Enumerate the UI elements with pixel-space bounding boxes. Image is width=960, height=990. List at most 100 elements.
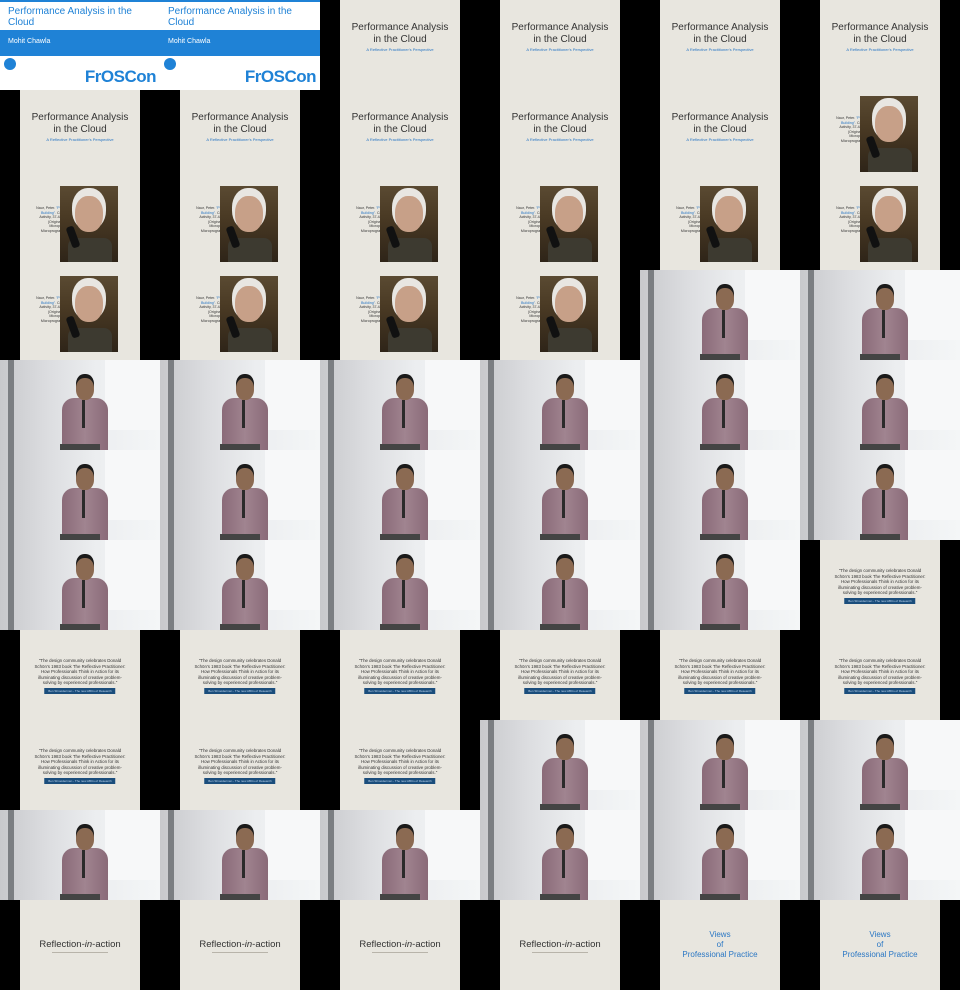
speaker-video-frame xyxy=(480,720,640,810)
quote-credit: Ben Shneiderman - The new ABCs of Resear… xyxy=(44,778,116,784)
speaker-figure xyxy=(222,398,268,450)
reflection-slide-frame: Reflection-in-action xyxy=(500,900,620,990)
quote-slide-frame: "The design community celebrates Donald … xyxy=(340,720,460,810)
quote-text: "The design community celebrates Donald … xyxy=(834,658,926,686)
quote-slide-frame: "The design community celebrates Donald … xyxy=(20,720,140,810)
speaker-figure xyxy=(862,848,908,900)
quote-credit: Ben Shneiderman - The new ABCs of Resear… xyxy=(364,688,436,694)
speaker-figure xyxy=(862,398,908,450)
talk-title: Performance Analysis in the Cloud xyxy=(0,0,160,28)
speaker-figure xyxy=(702,848,748,900)
slide-title: Performance Analysis in the Cloud xyxy=(500,22,620,46)
perf-title-slide-frame: Performance Analysis in the Cloud A Refl… xyxy=(660,0,780,90)
speaker-video-frame xyxy=(640,720,800,810)
slide-title-line2: in the Cloud xyxy=(373,34,427,45)
froscon-logo: FrOSCon xyxy=(84,67,157,86)
naur-photo xyxy=(220,276,278,352)
naur-photo xyxy=(540,186,598,262)
speaker-figure xyxy=(702,398,748,450)
quote-credit: Ben Shneiderman - The new ABCs of Resear… xyxy=(844,598,916,604)
slide-title-line2: in the Cloud xyxy=(693,124,747,135)
thumbnail-grid: Performance Analysis in the Cloud Mohit … xyxy=(0,0,960,990)
speaker-band: Mohit Chawla xyxy=(160,30,320,56)
slide-title: Performance Analysis in the Cloud xyxy=(660,112,780,136)
perf-title-slide-frame: Performance Analysis in the Cloud A Refl… xyxy=(500,90,620,180)
slide-title: Performance Analysis in the Cloud xyxy=(340,112,460,136)
naur-photo xyxy=(860,186,918,262)
speaker-video-frame xyxy=(640,450,800,540)
perf-title-slide-frame: Performance Analysis in the Cloud A Refl… xyxy=(500,0,620,90)
perf-title-slide-frame: Performance Analysis in the Cloud A Refl… xyxy=(340,0,460,90)
quote-text: "The design community celebrates Donald … xyxy=(194,748,286,776)
speaker-figure xyxy=(542,488,588,540)
title-card-frame: Performance Analysis in the Cloud Mohit … xyxy=(160,0,320,90)
froscon-star-icon xyxy=(164,58,176,70)
quote-text: "The design community celebrates Donald … xyxy=(194,658,286,686)
naur-slide-frame: Naur, Peter. "Programming as Theory Buil… xyxy=(20,270,140,360)
speaker-name: Mohit Chawla xyxy=(168,38,211,45)
title-underline xyxy=(212,952,268,953)
naur-slide-frame: Naur, Peter. "Programming as Theory Buil… xyxy=(820,180,940,270)
speaker-video-frame xyxy=(320,450,480,540)
quote-slide-frame: "The design community celebrates Donald … xyxy=(180,630,300,720)
reflection-title: Reflection-in-action xyxy=(39,939,121,950)
quote-slide-frame: "The design community celebrates Donald … xyxy=(820,540,940,630)
speaker-video-frame xyxy=(160,360,320,450)
title-underline xyxy=(532,952,588,953)
reflection-slide-frame: Reflection-in-action xyxy=(180,900,300,990)
naur-slide-frame: Naur, Peter. "Programming as Theory Buil… xyxy=(340,270,460,360)
talk-title: Performance Analysis in the Cloud xyxy=(160,0,320,28)
slide-title-line2: in the Cloud xyxy=(533,124,587,135)
speaker-video-frame xyxy=(480,450,640,540)
quote-slide-frame: "The design community celebrates Donald … xyxy=(20,630,140,720)
slide-title: Performance Analysis in the Cloud xyxy=(180,112,300,136)
slide-title-line2: in the Cloud xyxy=(853,34,907,45)
speaker-figure xyxy=(542,578,588,630)
quote-slide-frame: "The design community celebrates Donald … xyxy=(500,630,620,720)
slide-subtitle: A Reflective Practitioner's Perspective xyxy=(366,47,434,52)
speaker-figure xyxy=(382,398,428,450)
speaker-figure xyxy=(62,488,108,540)
speaker-figure xyxy=(382,578,428,630)
speaker-figure xyxy=(702,578,748,630)
speaker-figure xyxy=(542,848,588,900)
speaker-figure xyxy=(542,398,588,450)
slide-subtitle: A Reflective Practitioner's Perspective xyxy=(366,137,434,142)
reflection-title: Reflection-in-action xyxy=(199,939,281,950)
naur-slide-frame: Naur, Peter. "Programming as Theory Buil… xyxy=(500,180,620,270)
quote-text: "The design community celebrates Donald … xyxy=(514,658,606,686)
speaker-band: Mohit Chawla xyxy=(0,30,160,56)
citation-author: Naur, Peter. xyxy=(676,206,696,210)
slide-title-line2: in the Cloud xyxy=(213,124,267,135)
slide-subtitle: A Reflective Practitioner's Perspective xyxy=(686,47,754,52)
slide-subtitle: A Reflective Practitioner's Perspective xyxy=(846,47,914,52)
quote-credit: Ben Shneiderman - The new ABCs of Resear… xyxy=(684,688,756,694)
speaker-figure xyxy=(702,758,748,810)
speaker-video-frame xyxy=(0,540,160,630)
slide-title: Performance Analysis in the Cloud xyxy=(20,112,140,136)
title-card-frame: Performance Analysis in the Cloud Mohit … xyxy=(0,0,160,90)
speaker-video-frame xyxy=(320,540,480,630)
speaker-video-frame xyxy=(800,450,960,540)
speaker-video-frame xyxy=(640,270,800,360)
reflection-slide-frame: Reflection-in-action xyxy=(20,900,140,990)
perf-title-slide-frame: Performance Analysis in the Cloud A Refl… xyxy=(340,90,460,180)
naur-slide-frame: Naur, Peter. "Programming as Theory Buil… xyxy=(660,180,780,270)
title-underline xyxy=(372,952,428,953)
citation-author: Naur, Peter. xyxy=(836,206,856,210)
quote-credit: Ben Shneiderman - The new ABCs of Resear… xyxy=(364,778,436,784)
naur-slide-frame: Naur, Peter. "Programming as Theory Buil… xyxy=(340,180,460,270)
speaker-video-frame xyxy=(480,540,640,630)
naur-photo xyxy=(380,186,438,262)
citation-author: Naur, Peter. xyxy=(516,206,536,210)
slide-subtitle: A Reflective Practitioner's Perspective xyxy=(46,137,114,142)
quote-credit: Ben Shneiderman - The new ABCs of Resear… xyxy=(524,688,596,694)
reflection-title: Reflection-in-action xyxy=(359,939,441,950)
citation-author: Naur, Peter. xyxy=(356,206,376,210)
speaker-video-frame xyxy=(480,360,640,450)
citation-author: Naur, Peter. xyxy=(836,116,856,120)
citation-author: Naur, Peter. xyxy=(516,296,536,300)
citation-author: Naur, Peter. xyxy=(356,296,376,300)
speaker-figure xyxy=(542,758,588,810)
speaker-video-frame xyxy=(800,720,960,810)
